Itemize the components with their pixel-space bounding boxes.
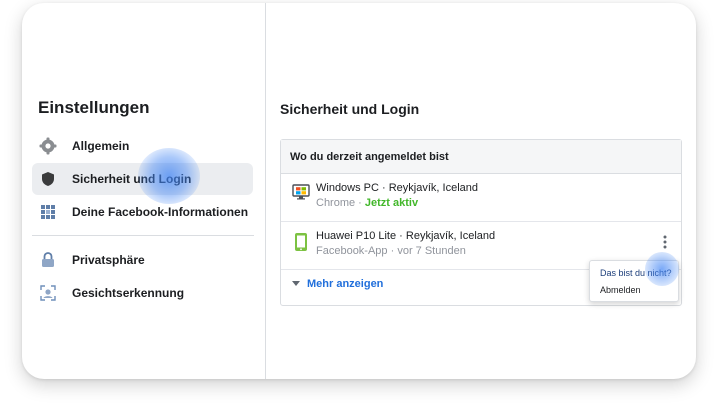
show-more-label: Mehr anzeigen [307,278,384,290]
settings-card: Einstellungen Allgemein Sicherheit und L… [22,3,696,379]
session-row: Windows PC · Reykjavík, Iceland Chrome ·… [281,174,681,222]
session-app: Facebook-App [316,245,388,257]
sidebar-item-label: Privatsphäre [72,253,145,267]
lock-icon [38,250,58,270]
caret-down-icon [292,281,300,286]
sessions-header: Wo du derzeit angemeldet bist [281,140,681,174]
session-status: vor 7 Stunden [397,245,466,257]
sidebar-item-label: Gesichtserkennung [72,286,185,300]
face-scan-icon [38,283,58,303]
page-title: Sicherheit und Login [280,101,420,117]
session-app: Chrome [316,197,356,209]
settings-sidebar: Einstellungen Allgemein Sicherheit und L… [22,3,266,379]
sidebar-title: Einstellungen [38,98,150,117]
session-device: Huawei P10 Lite · Reykjavík, Iceland [316,230,496,242]
sidebar-item-label: Allgemein [72,139,130,153]
session-details: Facebook-App · vor 7 Stunden [316,245,466,257]
session-device: Windows PC · Reykjavík, Iceland [316,182,478,194]
session-status: Jetzt aktiv [364,197,419,209]
sidebar-divider [32,235,254,236]
grid-icon [38,202,58,222]
menu-item-logout[interactable]: Abmelden [600,285,641,295]
sidebar-item-privacy[interactable]: Privatsphäre [32,244,253,276]
gear-icon [38,136,58,156]
sidebar-item-face-recognition[interactable]: Gesichtserkennung [32,277,253,309]
sidebar-item-facebook-info[interactable]: Deine Facebook-Informationen [32,196,253,228]
show-more-link[interactable]: Mehr anzeigen [292,278,383,290]
tap-indicator [645,252,679,286]
more-vertical-icon [663,235,667,249]
shield-icon [38,169,58,189]
phone-icon [292,232,308,257]
session-details: Chrome · Jetzt aktiv [316,197,419,209]
desktop-icon [292,184,310,205]
sidebar-item-label: Deine Facebook-Informationen [72,205,249,219]
more-options-button[interactable] [658,231,672,253]
sessions-header-label: Wo du derzeit angemeldet bist [290,151,449,163]
sidebar-item-allgemein[interactable]: Allgemein [32,130,253,162]
